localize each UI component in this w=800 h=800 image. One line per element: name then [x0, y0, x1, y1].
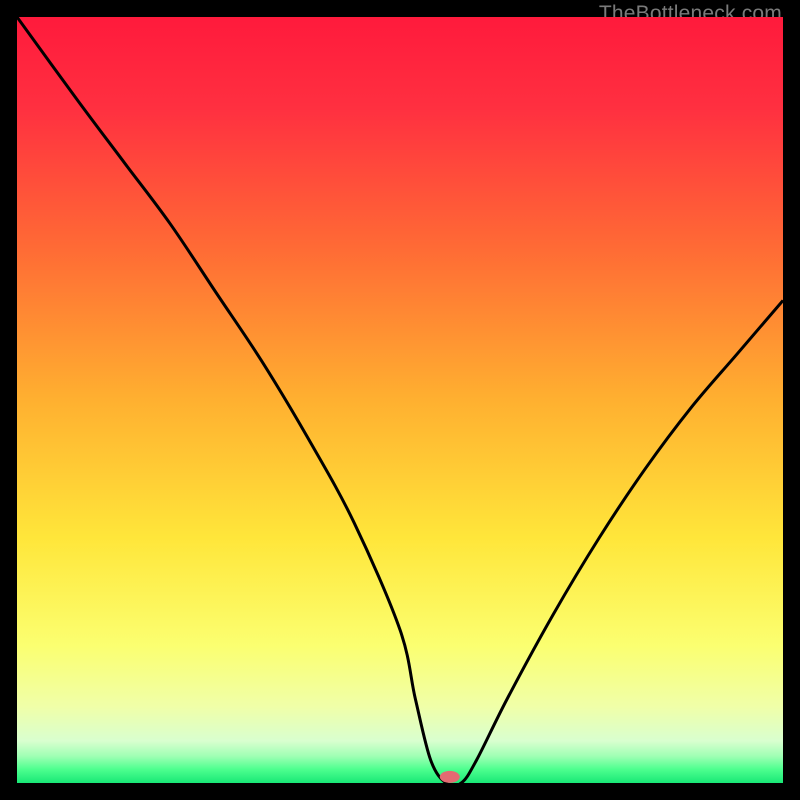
- chart-svg: [17, 17, 783, 783]
- optimal-point-marker: [440, 771, 460, 783]
- gradient-background: [17, 17, 783, 783]
- chart-frame: TheBottleneck.com: [0, 0, 800, 800]
- plot-area: [17, 17, 783, 783]
